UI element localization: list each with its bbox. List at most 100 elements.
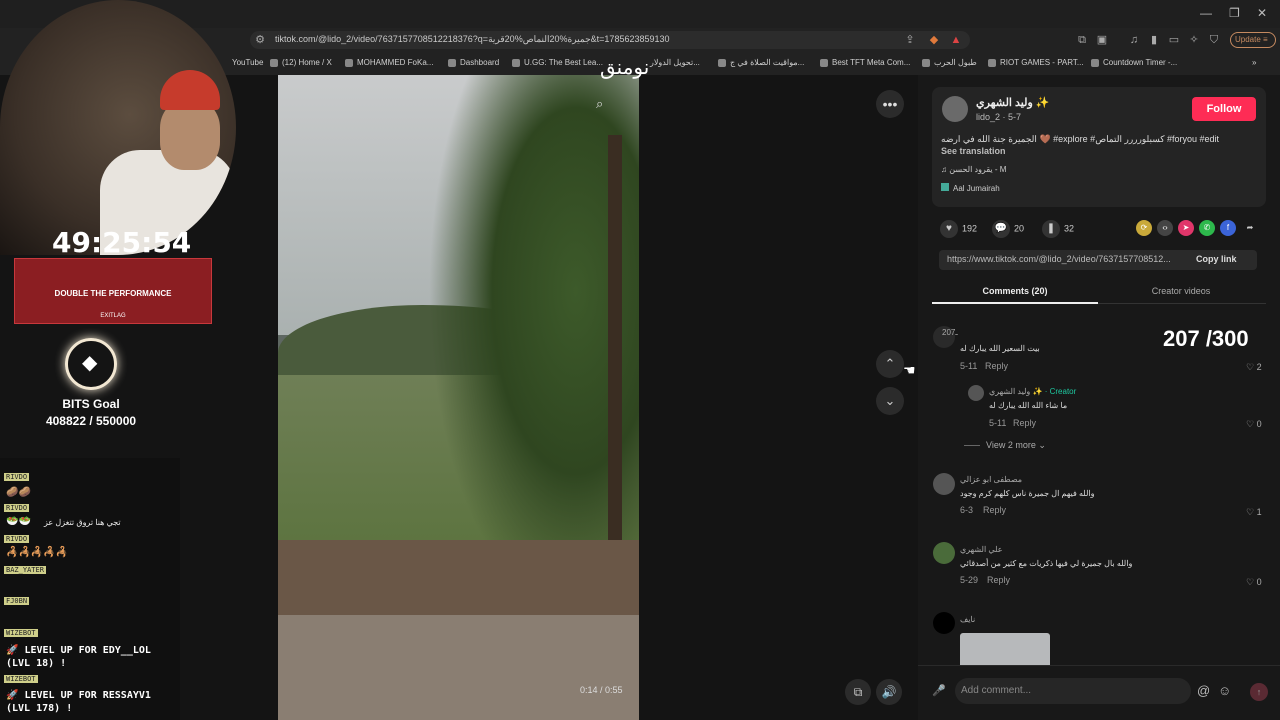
reply-button[interactable]: Reply — [1013, 418, 1036, 428]
search-icon[interactable]: ⌕ — [596, 96, 622, 116]
comment-author[interactable]: ـ207 — [942, 328, 958, 337]
comment-date: 5-11 — [960, 361, 978, 371]
reply-button[interactable]: Reply — [987, 575, 1010, 585]
vpn-icon[interactable]: ⛉ — [1206, 32, 1222, 48]
video-player[interactable] — [278, 75, 639, 720]
mouse-cursor: ☚ — [903, 362, 916, 378]
comment-author[interactable]: وليد الشهري ✨ · Creator — [989, 387, 1076, 396]
bookmark-item[interactable]: مواقيت الصلاة في ج... — [718, 58, 804, 67]
comment-avatar[interactable] — [933, 542, 955, 564]
comment-action[interactable]: 💬 20 — [992, 220, 1024, 238]
volume-button[interactable]: 🔊 — [876, 679, 902, 705]
view-more-replies[interactable]: View 2 more ⌄ — [986, 440, 1046, 451]
bookmark-item[interactable]: YouTube — [232, 58, 263, 67]
see-translation-link[interactable]: See translation — [941, 146, 1006, 156]
rewards-icon[interactable]: ▲ — [948, 32, 964, 48]
bookmark-item[interactable]: Dashboard — [448, 58, 499, 67]
streamer-cap — [160, 70, 220, 110]
post-caption: الجميرة جنة الله في ارضه 🤎 #explore #كسب… — [941, 134, 1220, 144]
bookmark-item[interactable]: طبول الحرب — [922, 58, 977, 67]
tab-comments[interactable]: Comments (20) — [932, 286, 1098, 296]
music-icon[interactable]: ♫ — [1126, 32, 1142, 48]
sidebar-icon[interactable]: ▮ — [1146, 32, 1162, 48]
music-link[interactable]: ♫ يقرود الحسن - M — [941, 165, 1006, 174]
comment-date: 5-11 — [989, 418, 1007, 428]
bookmark-item[interactable]: تحويل الدولار... — [650, 58, 700, 67]
update-button[interactable]: Update ≡ — [1230, 32, 1276, 48]
emoji-icon[interactable]: ☺ — [1218, 683, 1231, 698]
comment-author[interactable]: مصطفى ابو عزالي — [960, 475, 1022, 484]
comment-date: 5-29 — [960, 575, 979, 585]
location-link[interactable]: Aal Jumairah — [941, 183, 1000, 193]
comment-like[interactable]: ♡ 2 — [1246, 362, 1262, 373]
previous-video-button[interactable]: ⌃ — [876, 350, 904, 378]
bookmark-item[interactable]: RIOT GAMES - PART... — [988, 58, 1084, 67]
bits-goal-value: 408822 / 550000 — [45, 414, 137, 428]
heart-icon: ♥ — [940, 220, 958, 238]
whatsapp-icon[interactable]: ✆ — [1199, 220, 1215, 236]
tab-creator-videos[interactable]: Creator videos — [1098, 286, 1264, 296]
mic-icon[interactable]: 🎤 — [932, 684, 946, 697]
share-icon[interactable]: ➦ — [1242, 220, 1258, 236]
stream-timer: 49:25:54 — [52, 226, 192, 259]
timer-icon — [1091, 58, 1099, 67]
minimize-icon[interactable]: — — [1200, 6, 1212, 20]
close-icon[interactable]: ✕ — [1257, 6, 1267, 20]
share-page-icon[interactable]: ⇪ — [902, 32, 918, 48]
leo-icon[interactable]: ✧ — [1186, 32, 1202, 48]
comment-like[interactable]: ♡ 1 — [1246, 507, 1262, 518]
globe-icon — [718, 58, 726, 67]
embed-icon[interactable]: ‹› — [1157, 220, 1173, 236]
divider — [964, 445, 980, 446]
more-bookmarks-icon[interactable]: » — [1252, 58, 1256, 67]
comment-avatar[interactable] — [933, 473, 955, 495]
chat-username: BAZ_YATER — [4, 566, 46, 574]
picture-in-picture-button[interactable]: ⧉ — [845, 679, 871, 705]
comment-like[interactable]: ♡ 0 — [1246, 419, 1262, 430]
wallet-icon[interactable]: ▭ — [1166, 32, 1182, 48]
folder-icon — [922, 58, 930, 67]
comment-icon: 💬 — [992, 220, 1010, 238]
author-handle[interactable]: lido_2 · 5-7 — [976, 112, 1021, 122]
ugg-icon — [512, 58, 520, 67]
post-comment-button[interactable]: ↑ — [1250, 683, 1268, 701]
bookmark-item[interactable]: Countdown Timer -... — [1091, 58, 1177, 67]
bookmark-item[interactable]: U.GG: The Best Lea... — [512, 58, 603, 67]
video-link[interactable]: https://www.tiktok.com/@lido_2/video/763… — [947, 254, 1171, 264]
riot-icon — [988, 58, 996, 67]
comment-author[interactable]: نايف — [960, 615, 975, 624]
chat-username: RIVDO — [4, 473, 30, 481]
reply-button[interactable]: Reply — [983, 505, 1006, 515]
comment-text: والله فيهم ال جميرة ناس كلهم كرم وجود — [960, 489, 1095, 498]
comment-author[interactable]: علي الشهري — [960, 545, 1002, 554]
bookmark-item[interactable]: (12) Home / X — [270, 58, 332, 67]
reader-icon[interactable]: ▣ — [1094, 32, 1110, 48]
save-action[interactable]: ❚ 32 — [1042, 220, 1074, 238]
bookmark-item[interactable]: Best TFT Meta Com... — [820, 58, 910, 67]
more-options-button[interactable]: ••• — [876, 90, 904, 118]
video-overlay-label: نومنق — [600, 55, 650, 79]
extensions-icon[interactable]: ⧉ — [1074, 32, 1090, 48]
creator-badge: · Creator — [1044, 387, 1077, 396]
site-info-icon[interactable]: ⚙ — [252, 32, 268, 48]
follow-button[interactable]: Follow — [1192, 97, 1256, 121]
restore-icon[interactable]: ❐ — [1229, 6, 1240, 20]
facebook-icon[interactable]: f — [1220, 220, 1236, 236]
comment-image[interactable] — [960, 633, 1050, 667]
like-action[interactable]: ♥ 192 — [940, 220, 977, 238]
comment-avatar[interactable] — [968, 385, 984, 401]
reply-button[interactable]: Reply — [985, 361, 1008, 371]
comment-avatar[interactable] — [933, 612, 955, 634]
next-video-button[interactable]: ⌄ — [876, 387, 904, 415]
brave-shield-icon[interactable]: ◆ — [926, 32, 942, 48]
mention-icon[interactable]: @ — [1197, 683, 1210, 698]
tiktok-icon — [345, 58, 353, 67]
comment-like[interactable]: ♡ 0 — [1246, 577, 1262, 588]
bookmark-item[interactable]: MOHAMMED FoKa... — [345, 58, 433, 67]
author-avatar[interactable] — [942, 96, 968, 122]
send-icon[interactable]: ➤ — [1178, 220, 1194, 236]
repost-icon[interactable]: ⟳ — [1136, 220, 1152, 236]
url-text[interactable]: tiktok.com/@lido_2/video/763715770851221… — [275, 34, 670, 45]
author-name[interactable]: وليد الشهري ✨ — [976, 96, 1050, 109]
copy-link-button[interactable]: Copy link — [1196, 254, 1237, 264]
